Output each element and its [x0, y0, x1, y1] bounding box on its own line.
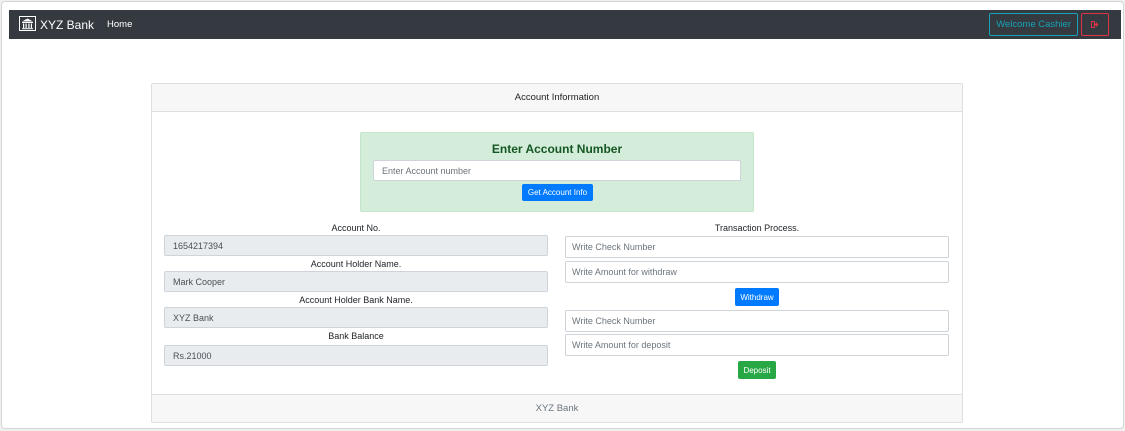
- bank-icon: [19, 15, 40, 34]
- bank-balance-label: Bank Balance: [328, 331, 384, 341]
- deposit-amount-input[interactable]: Write Amount for deposit: [565, 334, 949, 356]
- welcome-cashier-button[interactable]: Welcome Cashier: [989, 13, 1078, 36]
- card-footer: XYZ Bank: [152, 394, 962, 422]
- search-title: Enter Account Number: [491, 142, 623, 156]
- bank-balance-field[interactable]: Rs.21000: [164, 345, 548, 366]
- nav-home-link[interactable]: Home: [107, 19, 132, 30]
- account-no-field[interactable]: 1654217394: [164, 235, 548, 256]
- holder-name-label: Account Holder Name.: [310, 259, 402, 269]
- navbar-right: Welcome Cashier: [989, 13, 1109, 36]
- account-number-input[interactable]: Enter Account number: [373, 160, 741, 181]
- deposit-button[interactable]: Deposit: [738, 361, 776, 379]
- logout-button[interactable]: [1081, 13, 1109, 36]
- withdraw-check-number-input[interactable]: Write Check Number: [565, 236, 949, 258]
- account-search-panel: Enter Account Number Enter Account numbe…: [360, 132, 754, 212]
- withdraw-button[interactable]: Withdraw: [735, 288, 779, 306]
- top-navbar: XYZ Bank Home Welcome Cashier: [9, 10, 1121, 39]
- holder-name-field[interactable]: Mark Cooper: [164, 271, 548, 292]
- card-header: Account Information: [152, 84, 962, 112]
- brand-link[interactable]: XYZ Bank: [19, 15, 95, 34]
- account-no-label: Account No.: [331, 223, 381, 233]
- bank-name-field[interactable]: XYZ Bank: [164, 307, 548, 328]
- withdraw-amount-input[interactable]: Write Amount for withdraw: [565, 261, 949, 283]
- app-frame: XYZ Bank Home Welcome Cashier Account In…: [1, 1, 1124, 429]
- get-account-info-button[interactable]: Get Account Info: [522, 184, 593, 201]
- account-information-card: Account Information Enter Account Number…: [151, 83, 963, 423]
- bank-name-label: Account Holder Bank Name.: [299, 295, 413, 305]
- brand-name: XYZ Bank: [40, 17, 95, 32]
- transaction-process-label: Transaction Process.: [714, 223, 800, 233]
- sign-out-icon: [1091, 20, 1099, 30]
- deposit-check-number-input[interactable]: Write Check Number: [565, 310, 949, 332]
